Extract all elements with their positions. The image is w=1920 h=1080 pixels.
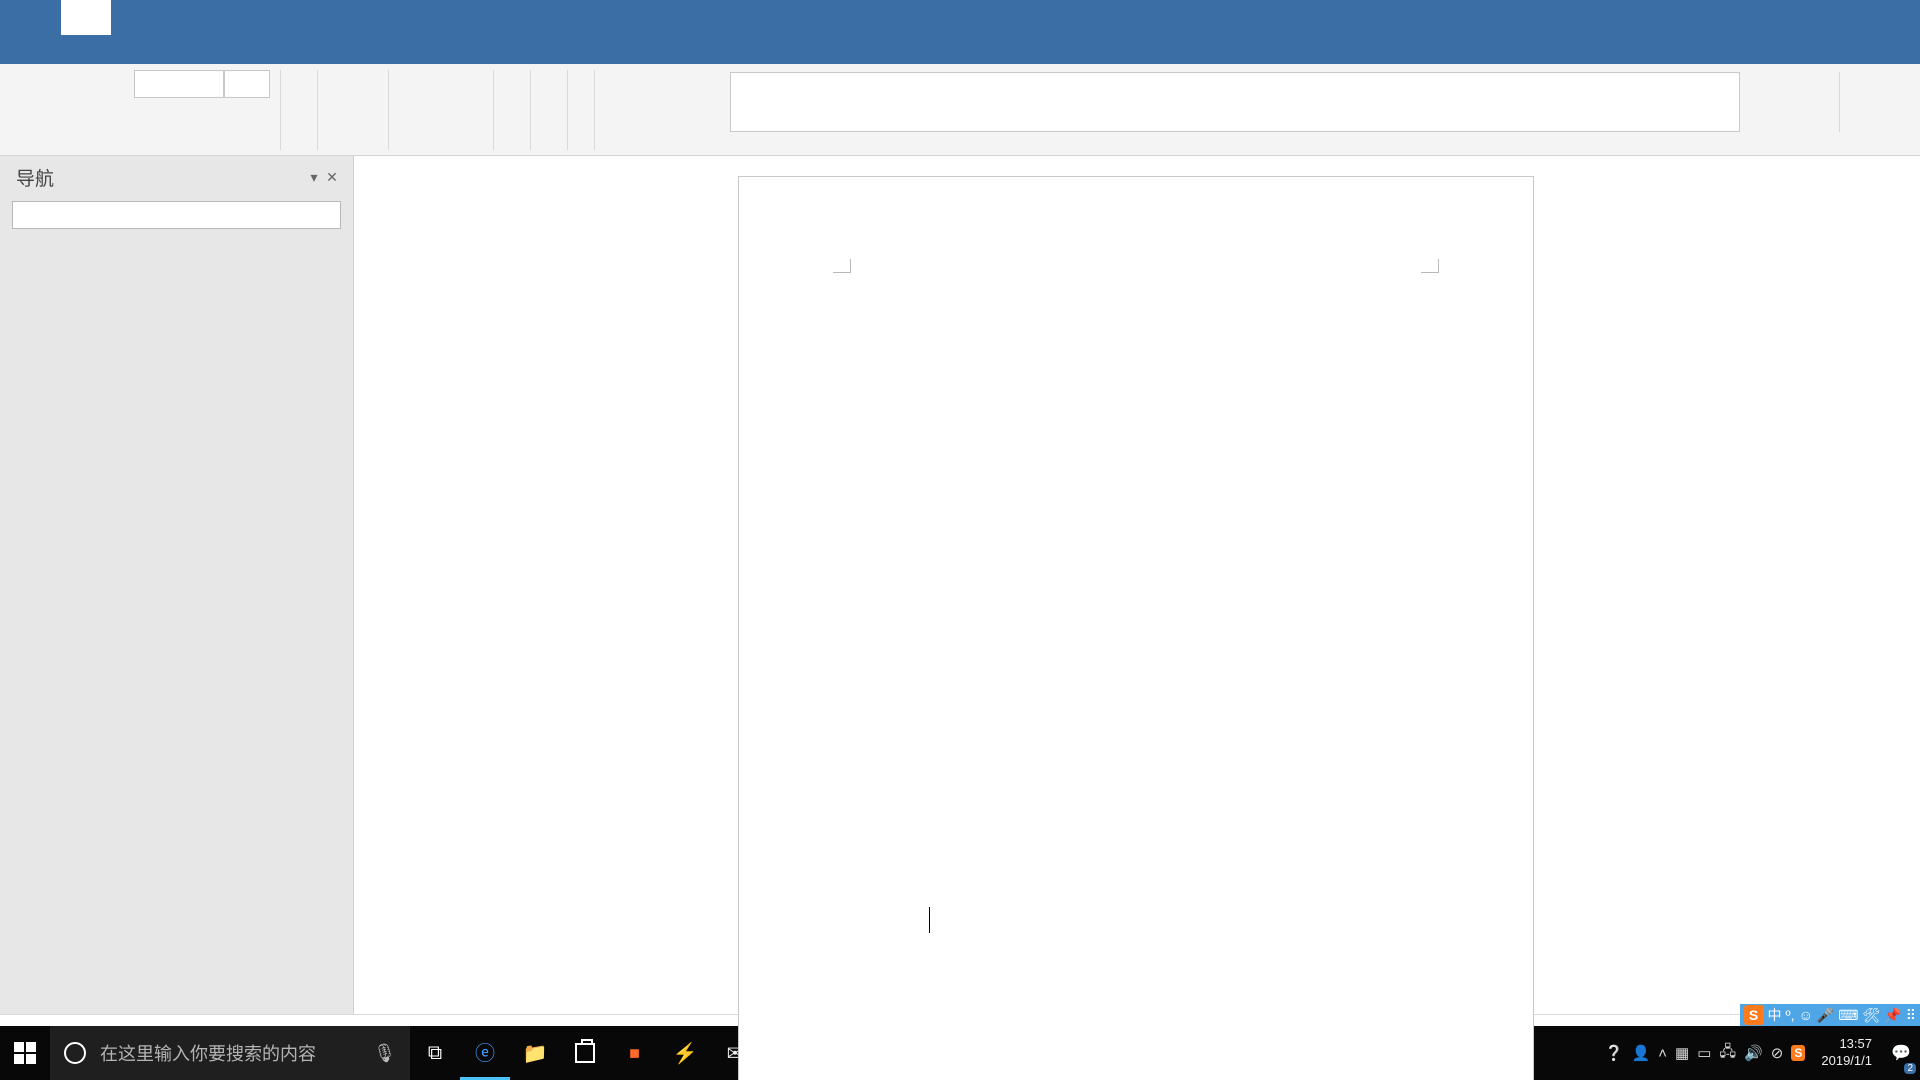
clock-time: 13:57 xyxy=(1839,1036,1872,1053)
ribbon-group-editing xyxy=(1760,72,1840,132)
ime-face-icon[interactable]: ☺ xyxy=(1799,1007,1813,1023)
system-tray[interactable]: ❔ 👤 ˄ ▦ ▭ 🖧 🔊 ⊘ S xyxy=(1605,1026,1812,1080)
taskbar-app-bolt[interactable]: ⚡ xyxy=(660,1026,710,1080)
taskbar-app-diamond[interactable]: ◆ xyxy=(610,1026,660,1080)
tray-network-icon[interactable]: 🖧 xyxy=(1719,1041,1736,1066)
ime-expand-icon[interactable]: ⠿ xyxy=(1906,1007,1916,1024)
navigation-pane-options-icon[interactable]: ▾ xyxy=(305,169,323,186)
ribbon-group-3 xyxy=(318,64,388,155)
tray-block-icon[interactable]: ⊘ xyxy=(1771,1044,1784,1062)
action-center-button[interactable]: 💬 2 xyxy=(1882,1026,1920,1080)
mic-icon[interactable]: 🎙 xyxy=(373,1043,396,1064)
tray-sogou-icon[interactable]: S xyxy=(1791,1045,1805,1061)
navigation-pane-title: 导航 xyxy=(16,164,305,191)
notification-badge: 2 xyxy=(1904,1063,1916,1074)
store-icon xyxy=(575,1043,595,1063)
document-viewport[interactable] xyxy=(354,156,1920,1014)
margin-marker-top-right xyxy=(1421,259,1439,273)
ribbon-tab-active[interactable] xyxy=(61,0,111,35)
navigation-pane-close-icon[interactable]: ✕ xyxy=(323,169,341,186)
folder-icon: 📁 xyxy=(523,1041,548,1066)
ime-mode-label[interactable]: 中 xyxy=(1768,1005,1782,1025)
styles-gallery[interactable] xyxy=(730,72,1740,132)
taskbar-app-edge[interactable]: ⓔ xyxy=(460,1026,510,1080)
ime-logo-icon[interactable]: S xyxy=(1744,1005,1764,1025)
taskbar-search-placeholder: 在这里输入你要搜索的内容 xyxy=(100,1040,359,1066)
diamond-icon: ◆ xyxy=(624,1042,647,1065)
ime-pin-icon[interactable]: 📌 xyxy=(1884,1007,1901,1024)
navigation-search-input[interactable] xyxy=(12,201,341,229)
tray-volume-icon[interactable]: 🔊 xyxy=(1744,1044,1763,1062)
navigation-pane-header: 导航 ▾ ✕ xyxy=(0,156,353,197)
tray-people-icon[interactable]: 👤 xyxy=(1632,1044,1651,1062)
taskbar-search[interactable]: 在这里输入你要搜索的内容 🎙 xyxy=(50,1026,410,1080)
ribbon-group-4 xyxy=(389,64,493,155)
ribbon-group-7 xyxy=(568,64,594,155)
notification-icon: 💬 xyxy=(1891,1043,1911,1063)
workspace: 导航 ▾ ✕ xyxy=(0,156,1920,1014)
ribbon xyxy=(0,64,1920,156)
ime-toolbar[interactable]: S 中 º, ☺ 🎤 ⌨ 🛠 📌 ⠿ xyxy=(1740,1004,1920,1026)
ime-mic-icon[interactable]: 🎤 xyxy=(1817,1007,1834,1024)
taskbar-clock[interactable]: 13:57 2019/1/1 xyxy=(1811,1026,1882,1080)
ribbon-group-6 xyxy=(531,64,567,155)
cortana-icon xyxy=(64,1042,86,1064)
ribbon-group-2 xyxy=(281,64,317,155)
start-button[interactable] xyxy=(0,1026,50,1080)
ribbon-group-font xyxy=(124,64,280,155)
ime-tool-icon[interactable]: 🛠 xyxy=(1863,1007,1881,1024)
word-title-bar xyxy=(0,0,1920,35)
tray-battery-icon[interactable]: ▭ xyxy=(1697,1044,1711,1062)
font-name-combo[interactable] xyxy=(134,70,224,98)
bolt-icon: ⚡ xyxy=(673,1041,698,1066)
tray-help-icon[interactable]: ❔ xyxy=(1605,1044,1624,1062)
font-size-combo[interactable] xyxy=(224,70,270,98)
ribbon-group-5 xyxy=(494,64,530,155)
task-view-icon: ⧉ xyxy=(428,1042,442,1065)
edge-icon: ⓔ xyxy=(475,1037,495,1066)
tray-overflow-icon[interactable]: ˄ xyxy=(1658,1045,1667,1062)
ime-keyboard-icon[interactable]: ⌨ xyxy=(1838,1007,1858,1024)
tray-defender-icon[interactable]: ▦ xyxy=(1675,1044,1689,1062)
document-page[interactable] xyxy=(738,176,1534,1080)
taskbar-app-store[interactable] xyxy=(560,1026,610,1080)
clock-date: 2019/1/1 xyxy=(1821,1053,1872,1070)
text-cursor xyxy=(929,907,930,933)
navigation-pane: 导航 ▾ ✕ xyxy=(0,156,354,1014)
ime-punct-icon[interactable]: º, xyxy=(1786,1007,1795,1023)
ribbon-tab-strip xyxy=(0,35,1920,64)
margin-marker-top-left xyxy=(833,259,851,273)
taskbar-app-explorer[interactable]: 📁 xyxy=(510,1026,560,1080)
task-view-button[interactable]: ⧉ xyxy=(410,1026,460,1080)
windows-logo-icon xyxy=(14,1042,36,1064)
